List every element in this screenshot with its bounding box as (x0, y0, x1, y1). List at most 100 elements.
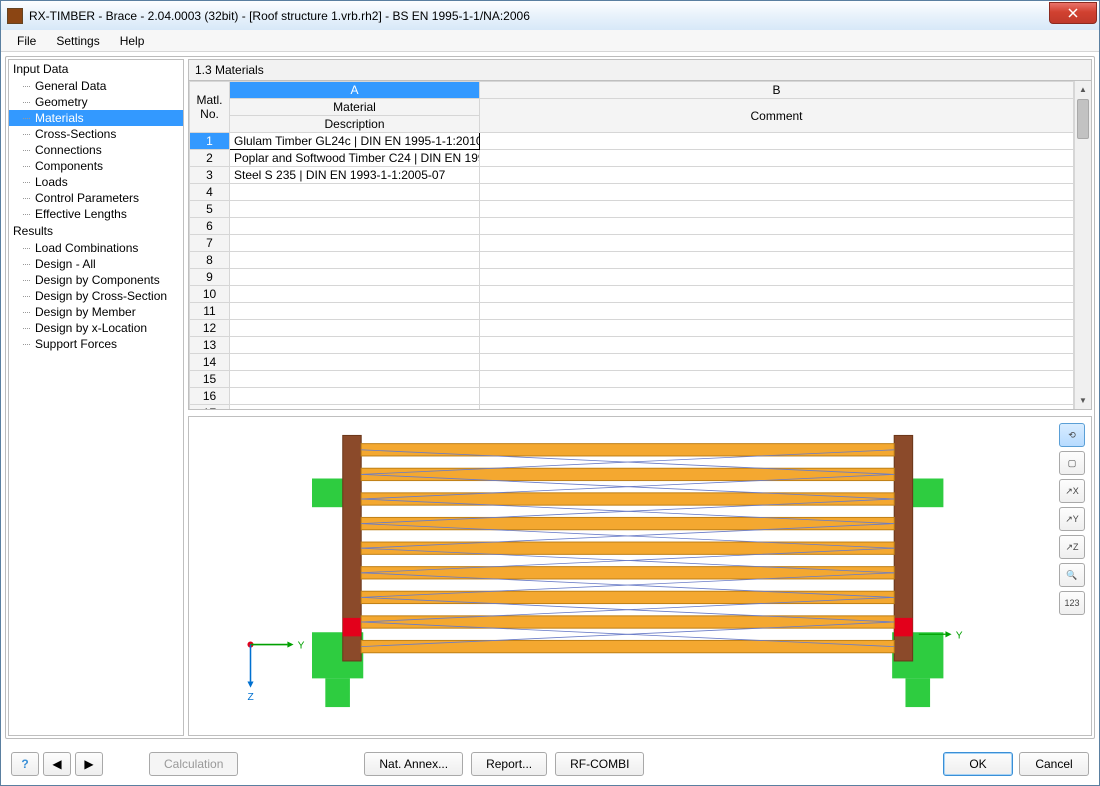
cell-description[interactable] (230, 269, 480, 286)
cell-description[interactable] (230, 303, 480, 320)
row-number[interactable]: 12 (190, 320, 230, 337)
scroll-up-icon[interactable]: ▲ (1075, 81, 1091, 98)
table-row[interactable]: 17 (190, 405, 1074, 411)
row-number[interactable]: 9 (190, 269, 230, 286)
view-x-icon[interactable]: ↗X (1059, 479, 1085, 503)
nav-item-design-by-member[interactable]: Design by Member (9, 304, 183, 320)
table-row[interactable]: 2Poplar and Softwood Timber C24 | DIN EN… (190, 150, 1074, 167)
rotate-icon[interactable]: ⟲ (1059, 423, 1085, 447)
cell-comment[interactable] (480, 133, 1074, 150)
model-viewport[interactable]: Y Z Y ⟲▢↗X↗Y↗Z🔍123 (188, 416, 1092, 736)
table-row[interactable]: 1Glulam Timber GL24c | DIN EN 1995-1-1:2… (190, 133, 1074, 150)
table-row[interactable]: 14 (190, 354, 1074, 371)
table-row[interactable]: 15 (190, 371, 1074, 388)
cell-comment[interactable] (480, 167, 1074, 184)
cell-comment[interactable] (480, 235, 1074, 252)
row-number[interactable]: 14 (190, 354, 230, 371)
view-y-icon[interactable]: ↗Y (1059, 507, 1085, 531)
cell-comment[interactable] (480, 150, 1074, 167)
ok-button[interactable]: OK (943, 752, 1013, 776)
cell-description[interactable] (230, 201, 480, 218)
cell-comment[interactable] (480, 269, 1074, 286)
nav-item-materials[interactable]: Materials (9, 110, 183, 126)
rf-combi-button[interactable]: RF-COMBI (555, 752, 644, 776)
navigator-tree[interactable]: Input Data General DataGeometryMaterials… (8, 59, 184, 736)
table-row[interactable]: 9 (190, 269, 1074, 286)
col-header-description[interactable]: Description (230, 116, 480, 133)
cell-description[interactable] (230, 320, 480, 337)
scroll-thumb[interactable] (1077, 99, 1089, 139)
cell-description[interactable] (230, 388, 480, 405)
table-row[interactable]: 13 (190, 337, 1074, 354)
col-header-a[interactable]: A (230, 82, 480, 99)
row-number[interactable]: 4 (190, 184, 230, 201)
table-row[interactable]: 6 (190, 218, 1074, 235)
cell-description[interactable] (230, 184, 480, 201)
table-row[interactable]: 8 (190, 252, 1074, 269)
cell-comment[interactable] (480, 303, 1074, 320)
cell-description[interactable] (230, 252, 480, 269)
nav-item-load-combinations[interactable]: Load Combinations (9, 240, 183, 256)
nav-item-components[interactable]: Components (9, 158, 183, 174)
cell-comment[interactable] (480, 337, 1074, 354)
cell-comment[interactable] (480, 371, 1074, 388)
cell-comment[interactable] (480, 201, 1074, 218)
menu-settings[interactable]: Settings (46, 32, 109, 50)
nav-item-geometry[interactable]: Geometry (9, 94, 183, 110)
view-z-icon[interactable]: ↗Z (1059, 535, 1085, 559)
row-number[interactable]: 3 (190, 167, 230, 184)
nav-item-design-by-x-location[interactable]: Design by x-Location (9, 320, 183, 336)
nav-item-general-data[interactable]: General Data (9, 78, 183, 94)
help-button[interactable]: ? (11, 752, 39, 776)
row-number[interactable]: 15 (190, 371, 230, 388)
table-row[interactable]: 7 (190, 235, 1074, 252)
cell-description[interactable]: Steel S 235 | DIN EN 1993-1-1:2005-07 (230, 167, 480, 184)
col-header-material[interactable]: Material (230, 99, 480, 116)
nav-item-support-forces[interactable]: Support Forces (9, 336, 183, 352)
row-number[interactable]: 6 (190, 218, 230, 235)
cell-comment[interactable] (480, 218, 1074, 235)
nav-item-design-all[interactable]: Design - All (9, 256, 183, 272)
cell-description[interactable] (230, 337, 480, 354)
table-row[interactable]: 12 (190, 320, 1074, 337)
table-row[interactable]: 3Steel S 235 | DIN EN 1993-1-1:2005-07 (190, 167, 1074, 184)
row-number[interactable]: 11 (190, 303, 230, 320)
col-header-matl-no[interactable]: Matl. No. (190, 82, 230, 133)
cell-comment[interactable] (480, 320, 1074, 337)
table-row[interactable]: 16 (190, 388, 1074, 405)
zoom-icon[interactable]: 🔍 (1059, 563, 1085, 587)
row-number[interactable]: 10 (190, 286, 230, 303)
cell-comment[interactable] (480, 252, 1074, 269)
nav-item-loads[interactable]: Loads (9, 174, 183, 190)
cell-description[interactable]: Glulam Timber GL24c | DIN EN 1995-1-1:20… (230, 133, 480, 150)
table-row[interactable]: 5 (190, 201, 1074, 218)
cell-description[interactable]: Poplar and Softwood Timber C24 | DIN EN … (230, 150, 480, 167)
nav-item-connections[interactable]: Connections (9, 142, 183, 158)
grid-scrollbar[interactable]: ▲ ▼ (1074, 81, 1091, 409)
row-number[interactable]: 8 (190, 252, 230, 269)
cell-comment[interactable] (480, 405, 1074, 411)
materials-grid[interactable]: Matl. No. A B Material Comment Descripti… (188, 80, 1092, 410)
nat-annex-button[interactable]: Nat. Annex... (364, 752, 463, 776)
cell-comment[interactable] (480, 286, 1074, 303)
scroll-down-icon[interactable]: ▼ (1075, 392, 1091, 409)
report-button[interactable]: Report... (471, 752, 547, 776)
row-number[interactable]: 17 (190, 405, 230, 411)
numbers-icon[interactable]: 123 (1059, 591, 1085, 615)
row-number[interactable]: 5 (190, 201, 230, 218)
cell-description[interactable] (230, 371, 480, 388)
cell-description[interactable] (230, 235, 480, 252)
cell-comment[interactable] (480, 184, 1074, 201)
nav-item-effective-lengths[interactable]: Effective Lengths (9, 206, 183, 222)
cell-description[interactable] (230, 218, 480, 235)
nav-item-design-by-components[interactable]: Design by Components (9, 272, 183, 288)
cell-comment[interactable] (480, 354, 1074, 371)
close-button[interactable] (1049, 2, 1097, 24)
row-number[interactable]: 7 (190, 235, 230, 252)
nav-item-cross-sections[interactable]: Cross-Sections (9, 126, 183, 142)
prev-button[interactable]: ◀ (43, 752, 71, 776)
cell-description[interactable] (230, 405, 480, 411)
row-number[interactable]: 1 (190, 133, 230, 150)
nav-item-control-parameters[interactable]: Control Parameters (9, 190, 183, 206)
menu-help[interactable]: Help (110, 32, 155, 50)
